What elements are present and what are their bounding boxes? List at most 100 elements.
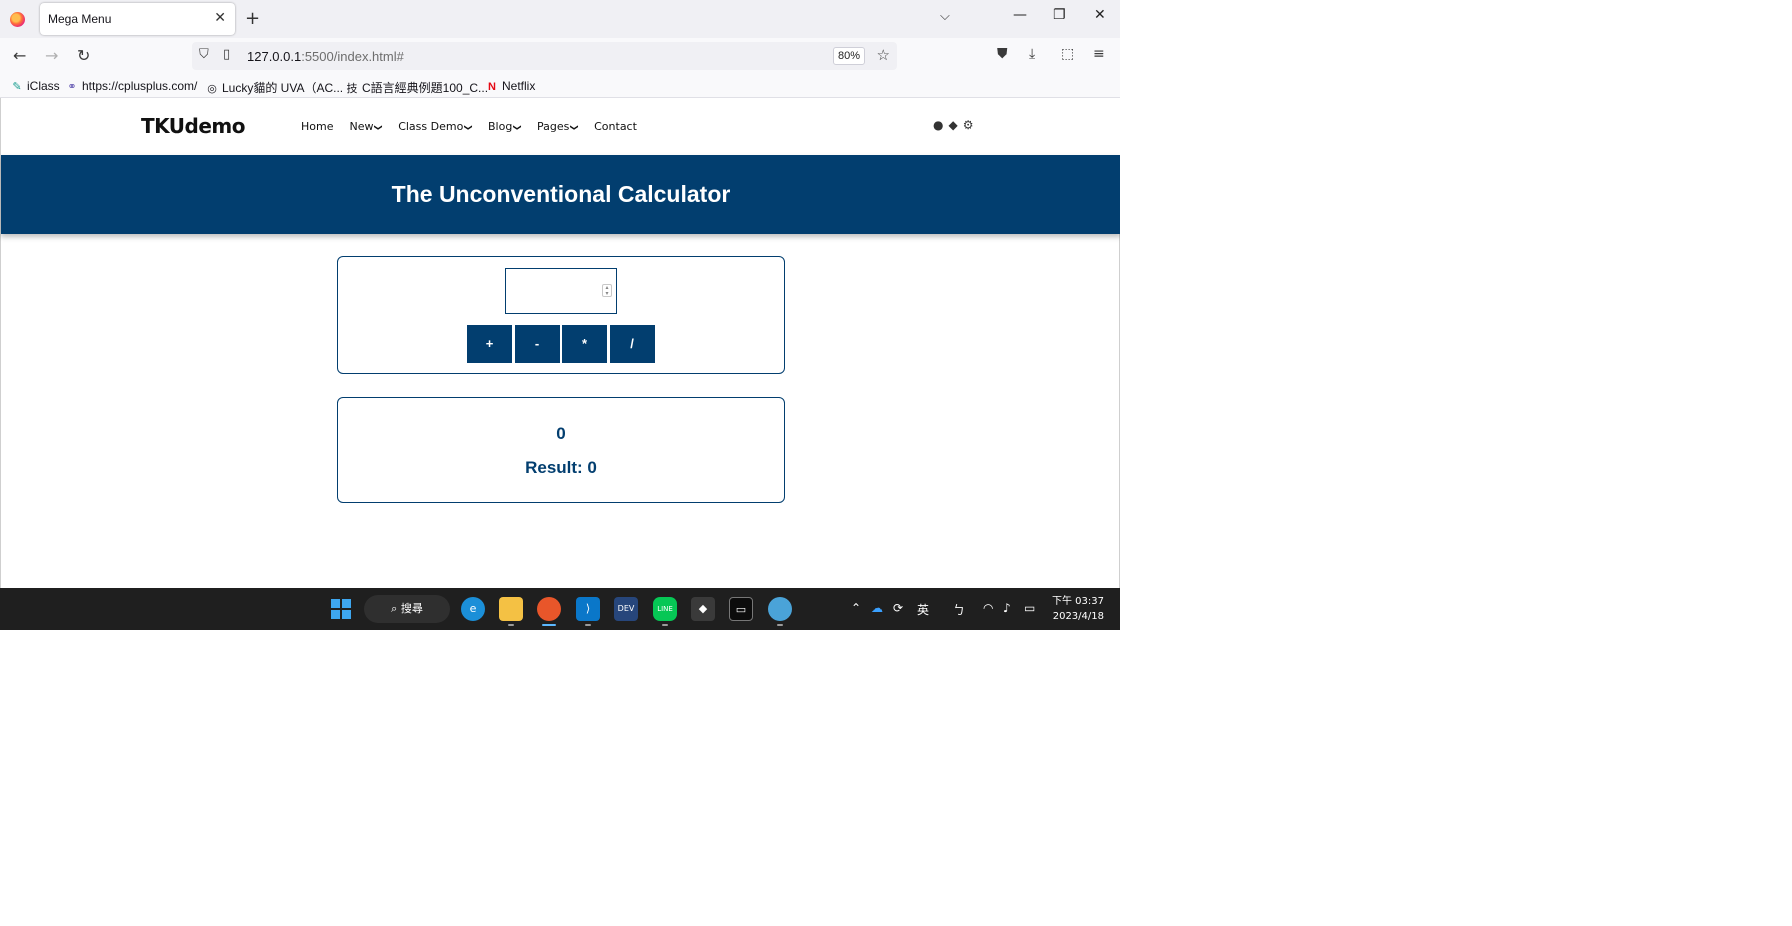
bookmark-label: https://cplusplus.com/ xyxy=(82,79,198,93)
site-logo[interactable]: TKUdemo xyxy=(141,114,246,138)
browser-navbar: ← → ↻ ⛉ ▯ 127.0.0.1:5500/index.html# 80%… xyxy=(0,38,1120,74)
shield-icon[interactable]: ⛉ xyxy=(199,47,209,62)
bookmark-item[interactable]: ⚭ https://cplusplus.com/ xyxy=(66,79,197,93)
ime-indicator[interactable]: 英 xyxy=(917,601,929,618)
netflix-icon: N xyxy=(488,81,496,93)
menu-icon[interactable]: ≡ xyxy=(1093,46,1105,62)
bookmark-label: Lucky貓的 UVA（AC... xyxy=(222,81,344,95)
site-header: TKUdemo Home New❯ Class Demo❯ Blog❯ Page… xyxy=(1,98,1120,155)
tech-icon: 技 xyxy=(346,83,358,95)
battery-icon[interactable]: ▭ xyxy=(1024,601,1035,615)
url-path: :5500/index.html# xyxy=(301,49,404,64)
menu-item-home[interactable]: Home xyxy=(301,120,333,133)
menu-item-pages[interactable]: Pages❯ xyxy=(537,120,580,133)
calculator-input-card: ▴ ▾ + - * / xyxy=(337,256,785,374)
menu-item-new[interactable]: New❯ xyxy=(349,120,384,133)
multiply-button[interactable]: * xyxy=(562,325,607,363)
firefox-taskbar-icon[interactable] xyxy=(537,597,561,621)
tray-chevron-up-icon[interactable]: ⌃ xyxy=(851,601,861,615)
taskbar-clock[interactable]: 下午 03:37 2023/4/18 xyxy=(1052,594,1104,624)
pocket-icon[interactable]: ⛊ xyxy=(997,46,1008,62)
bookmark-item[interactable]: 技 C語言經典例題100_C... xyxy=(346,79,489,96)
running-indicator xyxy=(585,624,591,626)
clock-time: 下午 03:37 xyxy=(1052,596,1104,607)
cplusplus-icon: ⚭ xyxy=(67,81,77,93)
pencil-icon: ✎ xyxy=(12,81,22,93)
new-tab-button[interactable]: + xyxy=(245,8,260,29)
bookmark-star-icon[interactable]: ☆ xyxy=(877,46,890,64)
chevron-down-icon: ❯ xyxy=(464,124,474,131)
line-icon[interactable]: LINE xyxy=(653,597,677,621)
number-input[interactable]: ▴ ▾ xyxy=(505,268,617,314)
operator-buttons: + - * / xyxy=(467,325,657,363)
subtract-button[interactable]: - xyxy=(514,325,560,363)
bookmark-label: Netflix xyxy=(502,79,536,93)
minimize-icon[interactable]: — xyxy=(1013,7,1027,23)
add-button[interactable]: + xyxy=(467,325,512,363)
header-icons: ● ◆ ⚙ xyxy=(933,118,978,132)
chevron-down-icon: ❯ xyxy=(570,124,580,131)
calculator-result-card: 0 Result: 0 xyxy=(337,397,785,503)
menu-item-blog[interactable]: Blog❯ xyxy=(488,120,523,133)
bookmark-item[interactable]: ◎ Lucky貓的 UVA（AC... xyxy=(206,79,343,96)
bookmarks-toolbar: ✎ iClass ⚭ https://cplusplus.com/ ◎ Lucky貓的… xyxy=(0,74,1120,98)
main-menu: Home New❯ Class Demo❯ Blog❯ Pages❯ Conta… xyxy=(301,120,653,133)
git-icon[interactable]: ◆ xyxy=(948,118,957,132)
menu-label: Class Demo xyxy=(398,120,464,133)
onedrive-icon[interactable]: ☁ xyxy=(871,601,883,615)
browser-tab[interactable]: Mega Menu ✕ xyxy=(40,3,235,35)
git-gui-icon[interactable]: ◆ xyxy=(691,597,715,621)
bookmark-item[interactable]: ✎ iClass xyxy=(11,79,60,93)
zoom-level-badge[interactable]: 80% xyxy=(833,47,865,65)
paint-icon[interactable] xyxy=(768,597,792,621)
volume-icon[interactable]: ♪ xyxy=(1003,601,1011,615)
file-explorer-icon[interactable] xyxy=(499,597,523,621)
hero-banner: The Unconventional Calculator xyxy=(1,155,1120,234)
taskbar-search[interactable]: ⌕ 搜尋 xyxy=(364,595,450,623)
bookmark-item[interactable]: N Netflix xyxy=(486,79,535,93)
running-indicator xyxy=(662,624,668,626)
github-icon[interactable]: ● xyxy=(933,118,943,132)
menu-label: Pages xyxy=(537,120,570,133)
menu-label: New xyxy=(349,120,374,133)
page-title: The Unconventional Calculator xyxy=(391,181,731,207)
menu-item-contact[interactable]: Contact xyxy=(594,120,637,133)
wifi-icon[interactable]: ◠ xyxy=(983,601,993,615)
bookmark-label: iClass xyxy=(27,79,60,93)
number-spinner-icon[interactable]: ▴ ▾ xyxy=(602,284,612,297)
extensions-icon[interactable]: ⬚ xyxy=(1061,46,1074,62)
terminal-icon[interactable]: ▭ xyxy=(729,597,753,621)
running-indicator xyxy=(508,624,514,626)
browser-tab-strip: Mega Menu ✕ + ⌵ — ❐ ✕ xyxy=(0,0,1120,38)
active-indicator xyxy=(542,624,556,626)
running-indicator xyxy=(777,624,783,626)
edge-icon[interactable]: e xyxy=(461,597,485,621)
tab-close-icon[interactable]: ✕ xyxy=(214,10,226,26)
reload-icon[interactable]: ↻ xyxy=(77,46,90,65)
restore-icon[interactable]: ❐ xyxy=(1053,7,1066,23)
devcpp-icon[interactable]: DEV xyxy=(614,597,638,621)
ime-mode-indicator[interactable]: ㄅ xyxy=(953,601,965,618)
desktop-capture: Mega Menu ✕ + ⌵ — ❐ ✕ ← → ↻ ⛉ ▯ 127.0.0.… xyxy=(0,0,1120,630)
chevron-down-icon: ❯ xyxy=(513,124,523,131)
vscode-icon[interactable]: ⟩ xyxy=(576,597,600,621)
menu-label: Blog xyxy=(488,120,513,133)
result-text: Result: 0 xyxy=(525,458,597,477)
windows-taskbar: ⌕ 搜尋 e ⟩ DEV LINE ◆ ▭ ⌃ ☁ ⟳ 英 ㄅ ◠ ♪ ▭ 下午… xyxy=(0,588,1120,630)
sync-icon[interactable]: ⟳ xyxy=(893,601,903,615)
back-arrow-icon[interactable]: ← xyxy=(13,46,26,65)
address-bar[interactable]: ⛉ ▯ 127.0.0.1:5500/index.html# 80% ☆ xyxy=(192,42,897,70)
chevron-down-icon: ❯ xyxy=(374,124,384,131)
tab-list-chevron-icon[interactable]: ⌵ xyxy=(940,9,950,24)
gear-icon[interactable]: ⚙ xyxy=(963,118,974,132)
menu-item-class-demo[interactable]: Class Demo❯ xyxy=(398,120,474,133)
download-icon[interactable]: ⤓ xyxy=(1029,46,1035,62)
menu-label: Home xyxy=(301,120,334,133)
firefox-icon xyxy=(10,12,25,27)
page-icon: ▯ xyxy=(223,47,231,62)
bookmark-label: C語言經典例題100_C... xyxy=(362,81,489,95)
close-window-icon[interactable]: ✕ xyxy=(1094,7,1106,23)
forward-arrow-icon[interactable]: → xyxy=(45,46,58,65)
windows-start-icon[interactable] xyxy=(331,599,351,619)
divide-button[interactable]: / xyxy=(609,325,655,363)
